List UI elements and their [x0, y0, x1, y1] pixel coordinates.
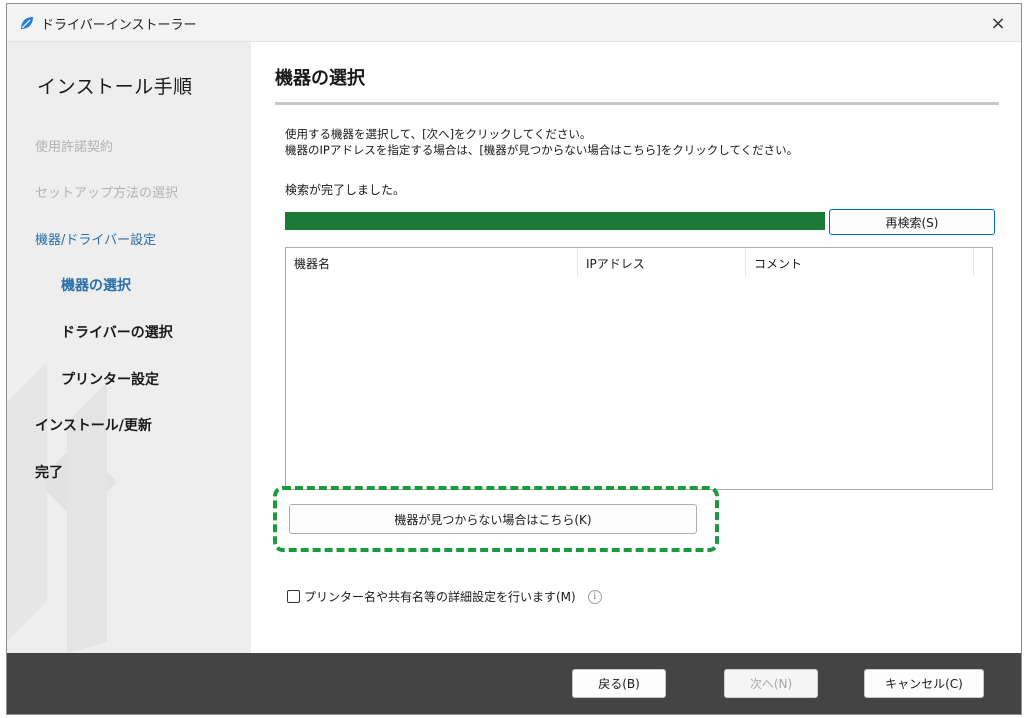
- step-driver-select: ドライバーの選択: [61, 325, 173, 341]
- column-comment[interactable]: コメント: [746, 248, 974, 276]
- footer-bar: 戻る(B) 次へ(N) キャンセル(C): [7, 653, 1021, 714]
- instruction-line-2: 機器のIPアドレスを指定する場合は、[機器が見つからない場合はこちら]をクリック…: [285, 143, 799, 157]
- steps-sidebar: インストール手順 使用許諾契約 セットアップ方法の選択 機器/ドライバー設定 機…: [7, 42, 251, 653]
- device-not-found-button[interactable]: 機器が見つからない場合はこちら(K): [289, 504, 697, 534]
- next-button[interactable]: 次へ(N): [724, 669, 818, 698]
- leaf-icon: [21, 17, 33, 29]
- advanced-settings-option[interactable]: プリンター名や共有名等の詳細設定を行います(M) i: [287, 588, 602, 605]
- installer-window: ドライバーインストーラー × インストール手順 使用許諾契約 セットアップ方法の…: [6, 3, 1022, 715]
- title-bar: ドライバーインストーラー ×: [7, 4, 1021, 42]
- step-setup-method: セットアップ方法の選択: [35, 186, 179, 201]
- rescan-button[interactable]: 再検索(S): [829, 209, 995, 235]
- table-header: 機器名 IPアドレス コメント: [286, 248, 992, 276]
- instruction-line-1: 使用する機器を選択して、[次へ]をクリックしてください。: [285, 127, 592, 141]
- step-printer-settings: プリンター設定: [61, 372, 159, 388]
- close-icon: ×: [990, 12, 1006, 34]
- search-status: 検索が完了しました。: [285, 183, 406, 197]
- window-title: ドライバーインストーラー: [41, 18, 197, 33]
- close-button[interactable]: ×: [975, 4, 1021, 42]
- step-device-driver-settings: 機器/ドライバー設定: [35, 233, 157, 248]
- column-ip-address[interactable]: IPアドレス: [578, 248, 746, 276]
- advanced-settings-label[interactable]: プリンター名や共有名等の詳細設定を行います(M): [304, 588, 576, 605]
- progress-fill: [285, 212, 825, 230]
- step-device-select: 機器の選択: [61, 278, 131, 294]
- step-install-update: インストール/更新: [35, 418, 152, 434]
- column-device-name[interactable]: 機器名: [286, 248, 578, 276]
- cancel-button[interactable]: キャンセル(C): [864, 669, 984, 698]
- back-button[interactable]: 戻る(B): [572, 669, 666, 698]
- steps-title: インストール手順: [37, 76, 193, 98]
- title-divider: [275, 102, 999, 105]
- main-content: 機器の選択 使用する機器を選択して、[次へ]をクリックしてください。 機器のIP…: [251, 42, 1021, 653]
- sidebar-decoration: [7, 362, 117, 653]
- info-icon[interactable]: i: [587, 589, 602, 604]
- device-table[interactable]: 機器名 IPアドレス コメント: [285, 247, 993, 490]
- step-complete: 完了: [35, 465, 63, 481]
- search-progress-bar: [285, 212, 825, 230]
- page-title: 機器の選択: [275, 68, 365, 89]
- step-license: 使用許諾契約: [35, 140, 114, 155]
- advanced-settings-checkbox[interactable]: [287, 590, 300, 603]
